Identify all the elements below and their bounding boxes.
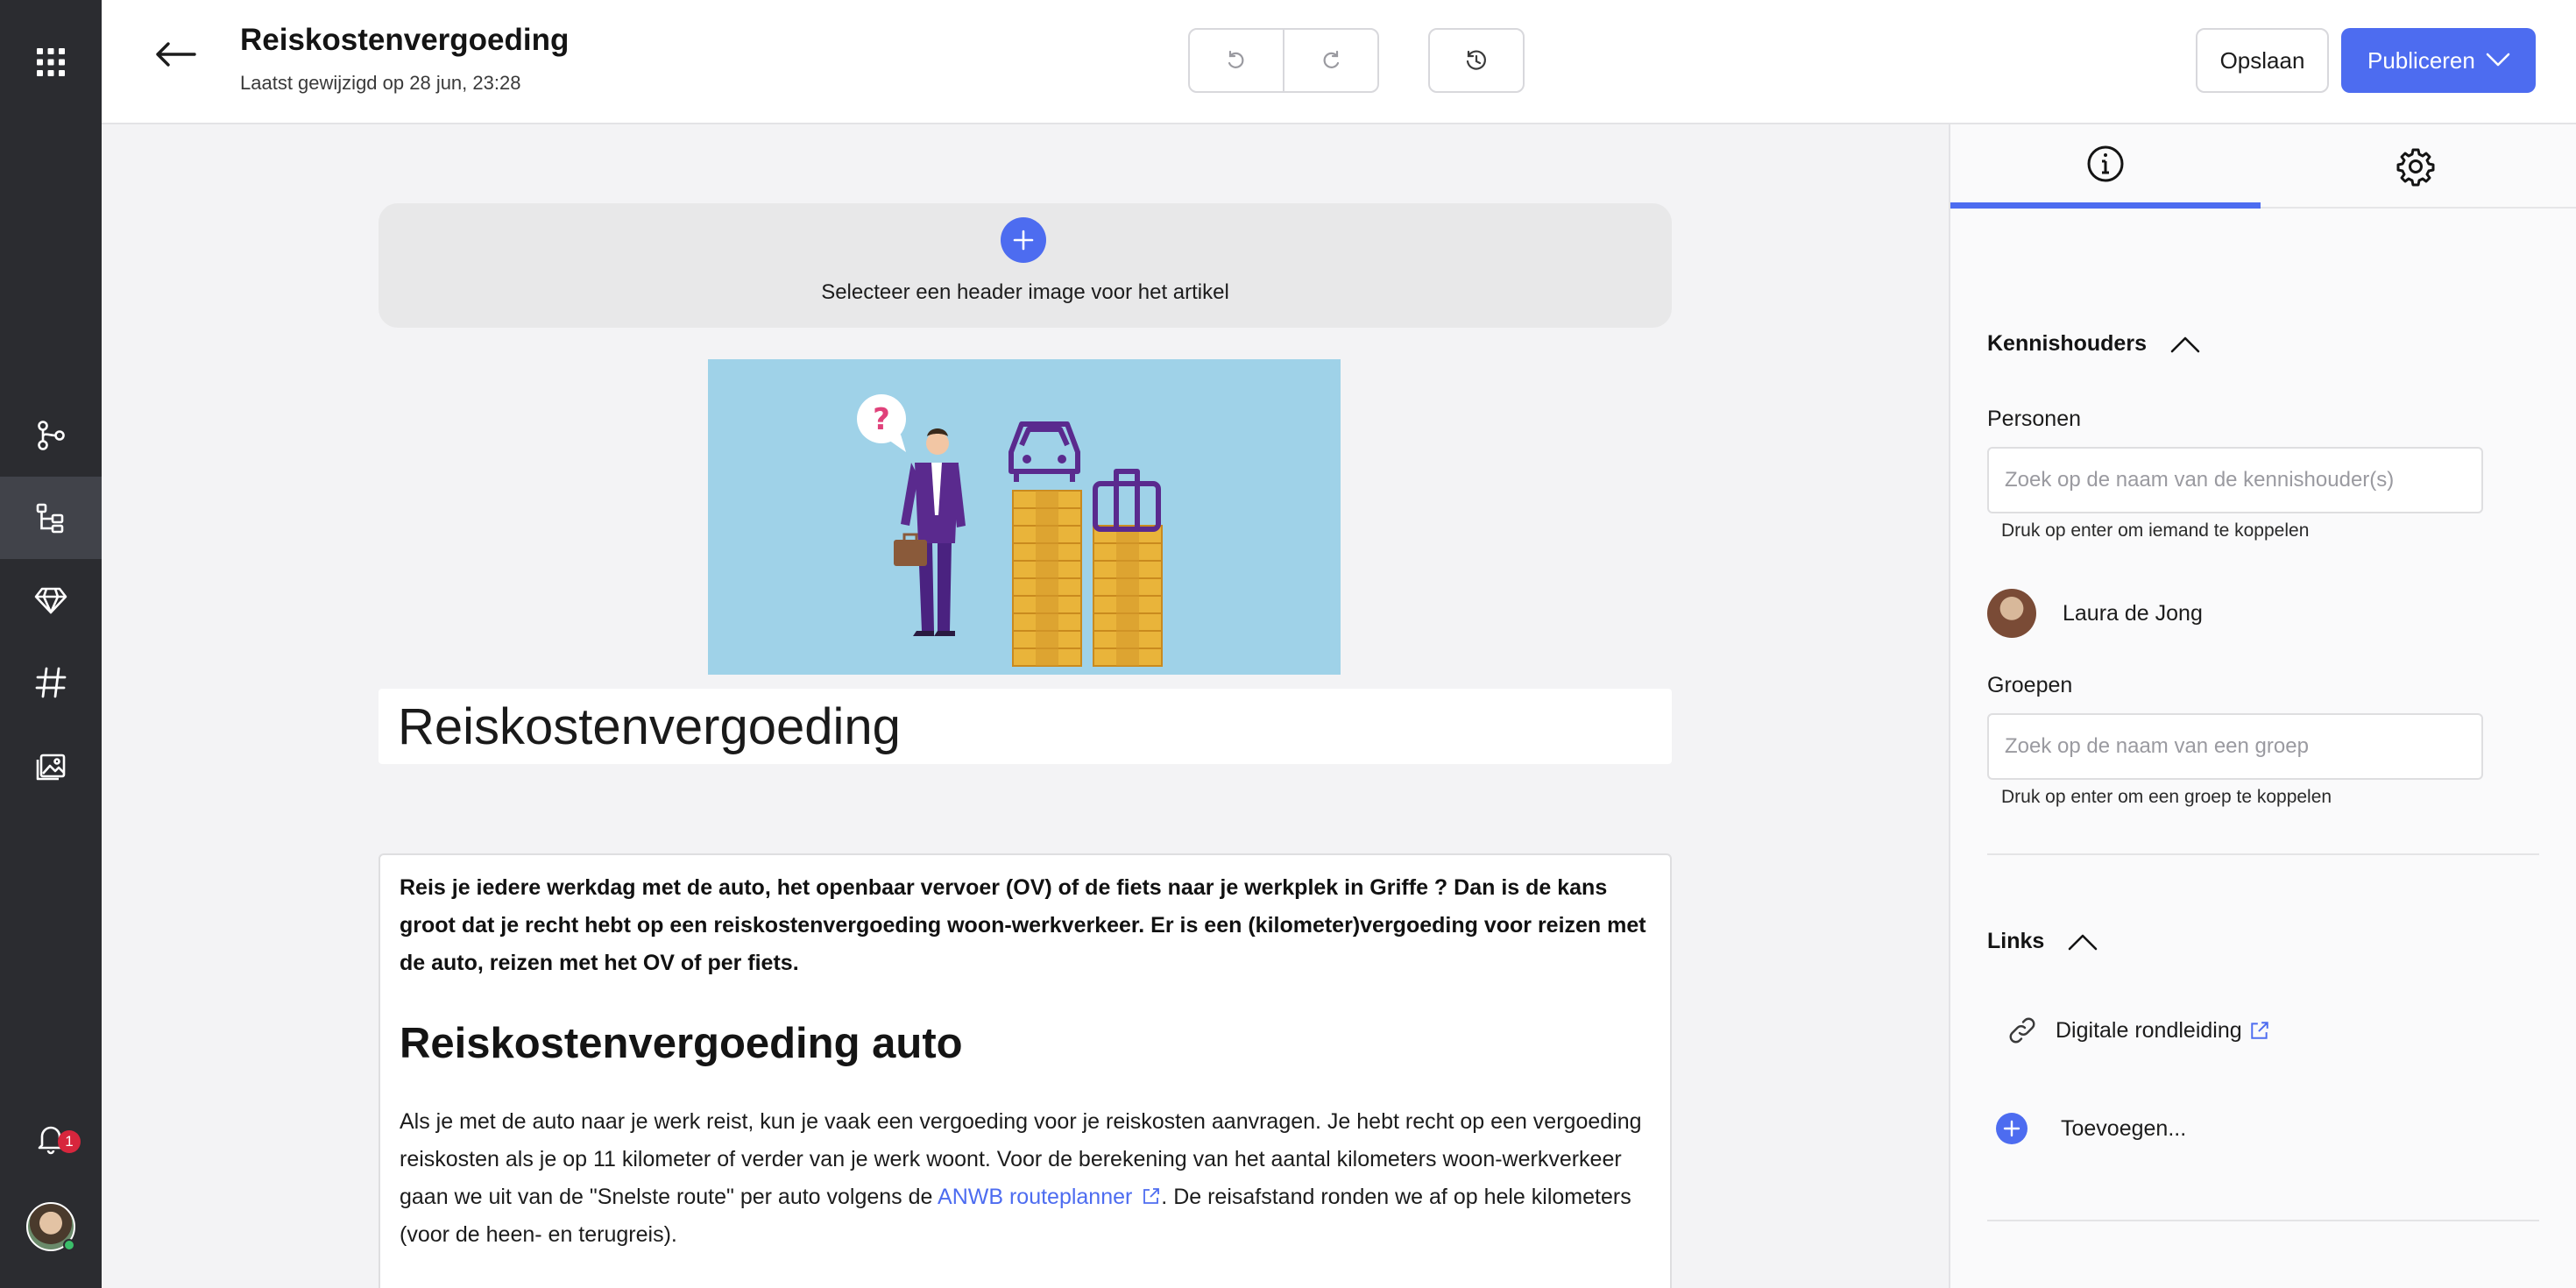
groups-label: Groepen: [1987, 673, 2073, 697]
article-body-editor[interactable]: Reis je iedere werkdag met de auto, het …: [379, 853, 1672, 1288]
publish-label: Publiceren: [2367, 46, 2475, 74]
chevron-up-icon: [2170, 336, 2200, 352]
article-lead[interactable]: Reis je iedere werkdag met de auto, het …: [400, 869, 1651, 982]
article-paragraph[interactable]: Als je met de auto naar je werk reist, k…: [400, 1103, 1651, 1254]
document-title: Reiskostenvergoeding: [240, 23, 570, 57]
back-arrow-icon[interactable]: [151, 37, 200, 72]
tab-settings[interactable]: [2261, 124, 2571, 209]
history-icon: [1466, 50, 1486, 70]
groups-hint: Druk op enter om een groep te koppelen: [2001, 787, 2332, 807]
online-status-dot: [63, 1239, 75, 1251]
undo-icon: [1228, 50, 1244, 68]
add-link-button[interactable]: Toevoegen...: [1996, 1113, 2186, 1144]
info-icon: [2087, 145, 2124, 181]
external-link-icon[interactable]: [2249, 1020, 2270, 1041]
panel-tabs: [1950, 124, 2576, 209]
article-tree-icon[interactable]: [0, 477, 102, 559]
links-section-toggle[interactable]: Links: [1987, 929, 2098, 954]
redo-button[interactable]: [1283, 30, 1377, 91]
notification-count-badge: 1: [58, 1130, 81, 1153]
person-avatar: [1987, 589, 2036, 638]
properties-panel: Kennishouders Personen Druk op enter om …: [1949, 124, 2576, 1288]
left-rail: 1: [0, 0, 102, 1288]
article-title-field[interactable]: Reiskostenvergoeding: [379, 689, 1672, 764]
notification-bell-icon[interactable]: 1: [0, 1097, 102, 1179]
section-divider: [1987, 1220, 2539, 1221]
apps-grid-icon[interactable]: [0, 21, 102, 103]
publish-button[interactable]: Publiceren: [2341, 28, 2536, 93]
user-avatar[interactable]: [26, 1202, 75, 1251]
kennishouders-section-toggle[interactable]: Kennishouders: [1987, 331, 2201, 357]
article-illustration[interactable]: ?: [708, 359, 1341, 675]
chevron-up-icon: [2068, 934, 2098, 950]
article-title[interactable]: Reiskostenvergoeding: [398, 697, 901, 756]
undo-button[interactable]: [1190, 30, 1283, 91]
last-modified-text: Laatst gewijzigd op 28 jun, 23:28: [240, 72, 521, 94]
svg-text:?: ?: [873, 402, 890, 437]
add-header-image-icon[interactable]: [1001, 217, 1046, 263]
chevron-down-icon[interactable]: [2485, 51, 2511, 68]
link-item-label: Digitale rondleiding: [2056, 1017, 2242, 1043]
section-divider: [1987, 853, 2539, 855]
tab-info[interactable]: [1950, 124, 2261, 209]
link-chain-icon: [2009, 1017, 2035, 1044]
external-link-icon: [1143, 1188, 1160, 1204]
workflow-icon[interactable]: [0, 394, 102, 477]
person-name: Laura de Jong: [2063, 600, 2203, 626]
persons-label: Personen: [1987, 407, 2082, 431]
link-text: ANWB routeplanner: [938, 1185, 1133, 1209]
hashtag-icon[interactable]: [0, 641, 102, 724]
persons-search-input[interactable]: [1987, 447, 2483, 513]
gear-icon: [2396, 148, 2435, 187]
redo-icon: [1323, 50, 1340, 68]
save-button[interactable]: Opslaan: [2196, 28, 2329, 93]
article-heading[interactable]: Reiskostenvergoeding auto: [400, 1019, 1651, 1068]
undo-redo-group: [1188, 28, 1379, 93]
links-heading: Links: [1987, 929, 2045, 953]
kennishouders-heading: Kennishouders: [1987, 331, 2147, 356]
add-icon: [1996, 1113, 2028, 1144]
version-history-button[interactable]: [1428, 28, 1525, 93]
diamond-icon[interactable]: [0, 559, 102, 641]
header-image-prompt: Selecteer een header image voor het arti…: [821, 280, 1229, 304]
header-image-picker[interactable]: Selecteer een header image voor het arti…: [379, 203, 1672, 328]
add-link-label: Toevoegen...: [2061, 1115, 2187, 1141]
anwb-routeplanner-link[interactable]: ANWB routeplanner: [938, 1185, 1161, 1209]
groups-search-input[interactable]: [1987, 713, 2483, 780]
top-bar: Reiskostenvergoeding Laatst gewijzigd op…: [102, 0, 2576, 124]
persons-hint: Druk op enter om iemand te koppelen: [2001, 520, 2310, 541]
media-gallery-icon[interactable]: [0, 724, 102, 806]
knowledge-holder-item[interactable]: Laura de Jong: [1987, 589, 2203, 638]
link-item[interactable]: Digitale rondleiding: [2005, 1013, 2270, 1048]
